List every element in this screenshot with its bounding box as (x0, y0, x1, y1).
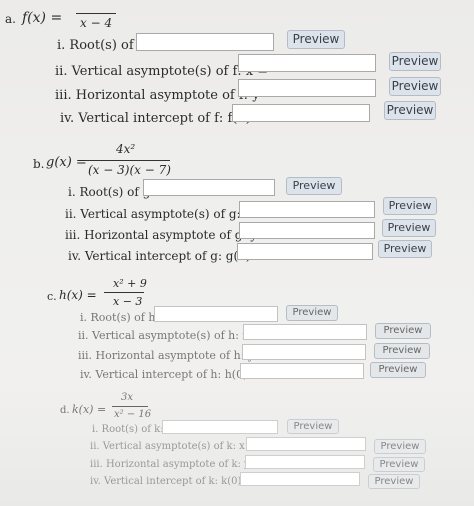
question-d-root-label: i. Root(s) of k: (92, 424, 164, 435)
question-d-vertical-asymptote-preview-button[interactable]: Preview (374, 439, 426, 454)
question-b-vertical-intercept-label: iv. Vertical intercept of g: g(0) = (68, 249, 265, 263)
question-b-denominator: (x − 3)(x − 7) (88, 163, 171, 177)
question-a-root-label: i. Root(s) of f: (57, 38, 147, 53)
question-c-vertical-asymptote-label: ii. Vertical asymptote(s) of h: x = (78, 329, 262, 342)
question-c-vertical-intercept-label: iv. Vertical intercept of h: h(0) = (80, 368, 261, 381)
question-c-denominator: x − 3 (113, 295, 143, 308)
question-b-vertical-intercept-input[interactable] (237, 243, 373, 260)
question-d-horizontal-asymptote-preview-button[interactable]: Preview (373, 457, 425, 472)
question-c-root-input[interactable] (154, 306, 278, 322)
question-c-vertical-intercept-input[interactable] (240, 363, 364, 379)
question-d-root-input[interactable] (162, 420, 278, 434)
question-a-vertical-asymptote-label: ii. Vertical asymptote(s) of f: x = (55, 64, 269, 79)
question-b-vertical-asymptote-preview-button[interactable]: Preview (383, 197, 437, 215)
question-a-horizontal-asymptote-input[interactable] (238, 79, 376, 97)
question-d-prefix: d. (60, 405, 70, 416)
question-b-numerator: 4x² (116, 142, 136, 156)
question-b-horizontal-asymptote-input[interactable] (239, 222, 375, 239)
question-a-vertical-intercept-preview-button[interactable]: Preview (384, 101, 436, 120)
question-b-function-label: g(x) = (46, 155, 87, 170)
question-c-horizontal-asymptote-input[interactable] (242, 344, 366, 360)
question-d-vertical-asymptote-label: ii. Vertical asymptote(s) of k: x = (90, 441, 257, 452)
question-b-root-preview-button[interactable]: Preview (286, 177, 342, 195)
question-c-vertical-asymptote-preview-button[interactable]: Preview (375, 323, 431, 339)
question-d-root-preview-button[interactable]: Preview (287, 419, 339, 434)
question-a-vertical-asymptote-preview-button[interactable]: Preview (389, 52, 441, 71)
question-d-vertical-asymptote-input[interactable] (246, 437, 366, 451)
question-d-vertical-intercept-input[interactable] (240, 472, 360, 486)
question-c-horizontal-asymptote-preview-button[interactable]: Preview (374, 343, 430, 359)
question-d-vertical-intercept-preview-button[interactable]: Preview (368, 474, 420, 489)
question-b-prefix: b. (33, 157, 45, 171)
question-c-vertical-asymptote-input[interactable] (243, 324, 367, 340)
question-b-root-input[interactable] (143, 179, 275, 196)
question-c-numerator: x² + 9 (113, 277, 147, 290)
question-c-fraction-bar (104, 292, 144, 293)
question-c-horizontal-asymptote-label: iii. Horizontal asymptote of h: y = (78, 349, 267, 362)
question-d-numerator: 3x (121, 392, 134, 403)
question-d-fraction-bar (112, 406, 148, 407)
question-c-vertical-intercept-preview-button[interactable]: Preview (370, 362, 426, 378)
question-c-function-label: h(x) = (59, 288, 97, 302)
question-a-prefix: a. (5, 12, 16, 26)
question-a-vertical-asymptote-input[interactable] (238, 54, 376, 72)
question-b-vertical-intercept-preview-button[interactable]: Preview (378, 240, 432, 258)
question-d-horizontal-asymptote-label: iii. Horizontal asymptote of k: y = (90, 459, 262, 470)
question-b-horizontal-asymptote-preview-button[interactable]: Preview (382, 219, 436, 237)
question-a-root-preview-button[interactable]: Preview (287, 30, 345, 49)
question-a-vertical-intercept-input[interactable] (232, 104, 370, 122)
question-b-vertical-asymptote-label: ii. Vertical asymptote(s) of g: x = (65, 207, 266, 221)
question-a-horizontal-asymptote-preview-button[interactable]: Preview (389, 77, 441, 96)
question-b-root-label: i. Root(s) of g: (68, 185, 155, 199)
question-a-denominator: x − 4 (80, 16, 113, 30)
question-d-vertical-intercept-label: iv. Vertical intercept of k: k(0) = (90, 476, 253, 487)
question-b-vertical-asymptote-input[interactable] (239, 201, 375, 218)
question-a-fraction-bar (76, 13, 116, 14)
question-b-fraction-bar (85, 160, 170, 161)
question-d-denominator: x² − 16 (114, 409, 152, 420)
top-left-cutoff-text: aciliti (2, 0, 30, 3)
question-d-function-label: k(x) = (72, 403, 107, 416)
question-a-root-input[interactable] (136, 33, 274, 51)
question-c-prefix: c. (47, 290, 57, 303)
question-d-horizontal-asymptote-input[interactable] (245, 455, 365, 469)
question-c-root-preview-button[interactable]: Preview (286, 305, 338, 321)
question-a-function-label: f(x) = (22, 10, 63, 26)
question-c-root-label: i. Root(s) of h: (80, 311, 160, 324)
